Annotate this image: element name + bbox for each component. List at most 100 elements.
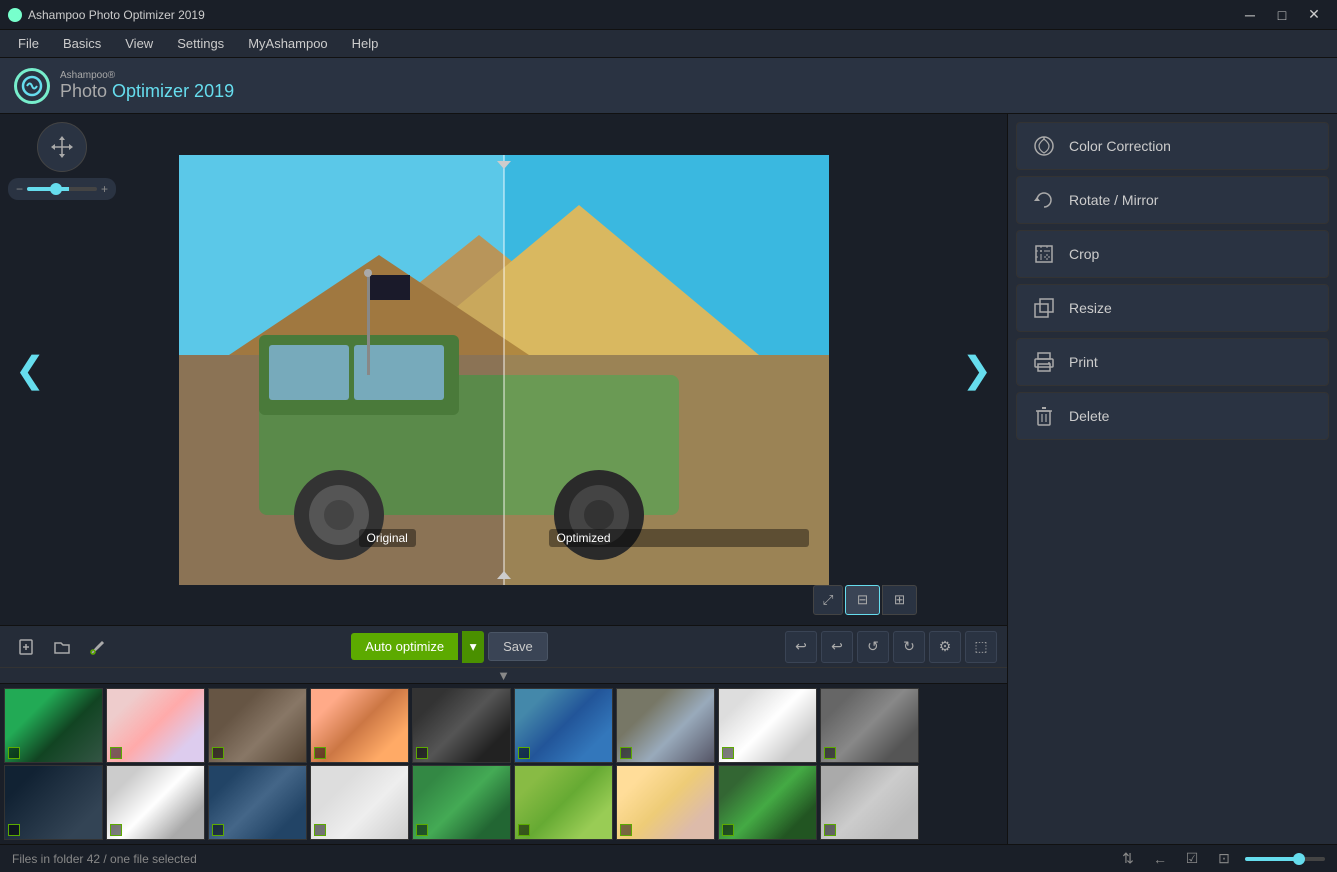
menu-settings[interactable]: Settings bbox=[167, 32, 234, 55]
print-item[interactable]: Print bbox=[1016, 338, 1329, 386]
single-view-button[interactable]: ⊞ bbox=[882, 585, 917, 615]
thumbnail-row-1 bbox=[4, 688, 1003, 763]
color-correction-item[interactable]: Color Correction bbox=[1016, 122, 1329, 170]
print-icon bbox=[1031, 349, 1057, 375]
main-content: − + ❮ ❯ bbox=[0, 114, 1337, 844]
thumbnail-item[interactable] bbox=[106, 765, 205, 840]
view-controls: ⤢ ⊟ ⊞ bbox=[813, 585, 917, 615]
menu-help[interactable]: Help bbox=[342, 32, 389, 55]
logo-product: Photo Optimizer 2019 bbox=[60, 81, 234, 102]
logobar: Ashampoo® Photo Optimizer 2019 bbox=[0, 58, 1337, 114]
crop-icon bbox=[1031, 241, 1057, 267]
statusbar: Files in folder 42 / one file selected ⇅… bbox=[0, 844, 1337, 872]
open-folder-button[interactable] bbox=[46, 631, 78, 663]
auto-optimize-button[interactable]: Auto optimize bbox=[351, 633, 458, 660]
thumbnail-item[interactable] bbox=[208, 765, 307, 840]
menu-myashampoo[interactable]: MyAshampoo bbox=[238, 32, 337, 55]
new-file-button[interactable] bbox=[10, 631, 42, 663]
zoom-controls: − + bbox=[8, 122, 116, 200]
maximize-button[interactable]: □ bbox=[1267, 0, 1297, 30]
label-original: Original bbox=[359, 529, 416, 547]
menu-view[interactable]: View bbox=[115, 32, 163, 55]
menu-file[interactable]: File bbox=[8, 32, 49, 55]
photo-wrapper: Original Optimized ⤢ ⊟ ⊞ bbox=[0, 114, 1007, 625]
thumbnail-toggle[interactable]: ▼ bbox=[0, 667, 1007, 683]
right-panel: Color Correction Rotate / Mirror Crop Re… bbox=[1007, 114, 1337, 844]
sort-icon-button[interactable]: ⇅ bbox=[1117, 848, 1139, 870]
settings-gear-button[interactable]: ⚙ bbox=[929, 631, 961, 663]
thumbnail-item[interactable] bbox=[514, 688, 613, 763]
crop-label: Crop bbox=[1069, 246, 1099, 262]
thumbnail-item[interactable] bbox=[310, 765, 409, 840]
split-view-button[interactable]: ⊟ bbox=[845, 585, 880, 615]
app-icon bbox=[8, 8, 22, 22]
thumbnail-item[interactable] bbox=[412, 688, 511, 763]
zoom-minus: − bbox=[16, 182, 23, 196]
thumbnail-item[interactable] bbox=[106, 688, 205, 763]
minimize-button[interactable]: ─ bbox=[1235, 0, 1265, 30]
menubar: File Basics View Settings MyAshampoo Hel… bbox=[0, 30, 1337, 58]
zoom-slider-input[interactable] bbox=[27, 187, 97, 191]
app-title: Ashampoo Photo Optimizer 2019 bbox=[28, 8, 205, 22]
statusbar-text: Files in folder 42 / one file selected bbox=[12, 852, 197, 866]
thumbnail-item[interactable] bbox=[514, 765, 613, 840]
logo-brand: Ashampoo® bbox=[60, 70, 234, 81]
undo-button[interactable]: ↩ bbox=[785, 631, 817, 663]
auto-optimize-dropdown[interactable]: ▾ bbox=[462, 631, 484, 663]
zoom-plus: + bbox=[101, 182, 108, 196]
logo: Ashampoo® Photo Optimizer 2019 bbox=[14, 68, 234, 104]
thumbnail-item[interactable] bbox=[718, 765, 817, 840]
zoom-pan-button[interactable] bbox=[37, 122, 87, 172]
thumbnail-item[interactable] bbox=[208, 688, 307, 763]
expand-button[interactable]: ⤢ bbox=[813, 585, 843, 615]
titlebar-controls: ─ □ ✕ bbox=[1235, 0, 1329, 30]
redo-cw-button[interactable]: ↻ bbox=[893, 631, 925, 663]
viewer-area: − + ❮ ❯ bbox=[0, 114, 1007, 844]
logo-icon bbox=[14, 68, 50, 104]
brush-button[interactable] bbox=[82, 631, 114, 663]
prev-image-button[interactable]: ❮ bbox=[10, 340, 50, 400]
checkbox-icon-button[interactable]: ☑ bbox=[1181, 848, 1203, 870]
thumbnail-item[interactable] bbox=[4, 765, 103, 840]
thumbnail-item[interactable] bbox=[4, 688, 103, 763]
resize-item[interactable]: Resize bbox=[1016, 284, 1329, 332]
thumbnail-item[interactable] bbox=[820, 688, 919, 763]
thumbnail-item[interactable] bbox=[616, 688, 715, 763]
titlebar-left: Ashampoo Photo Optimizer 2019 bbox=[8, 8, 205, 22]
rotate-mirror-icon bbox=[1031, 187, 1057, 213]
thumbnail-item[interactable] bbox=[310, 688, 409, 763]
next-image-button[interactable]: ❯ bbox=[957, 340, 997, 400]
rotate-mirror-item[interactable]: Rotate / Mirror bbox=[1016, 176, 1329, 224]
delete-label: Delete bbox=[1069, 408, 1109, 424]
thumbnail-item[interactable] bbox=[820, 765, 919, 840]
grid-icon-button[interactable]: ⊡ bbox=[1213, 848, 1235, 870]
delete-item[interactable]: Delete bbox=[1016, 392, 1329, 440]
save-button[interactable]: Save bbox=[488, 632, 548, 661]
photo-display: Original Optimized bbox=[179, 155, 829, 585]
bottom-toolbar: Auto optimize ▾ Save ↩ ↩ ↺ ↻ ⚙ ⬚ bbox=[0, 625, 1007, 667]
color-correction-label: Color Correction bbox=[1069, 138, 1171, 154]
label-optimized: Optimized bbox=[549, 529, 809, 547]
thumbnail-row-2 bbox=[4, 765, 1003, 840]
print-label: Print bbox=[1069, 354, 1098, 370]
image-container: − + ❮ ❯ bbox=[0, 114, 1007, 625]
thumbnail-item[interactable] bbox=[412, 765, 511, 840]
titlebar: Ashampoo Photo Optimizer 2019 ─ □ ✕ bbox=[0, 0, 1337, 30]
thumbnail-item[interactable] bbox=[718, 688, 817, 763]
zoom-slider-row: − + bbox=[8, 178, 116, 200]
delete-icon bbox=[1031, 403, 1057, 429]
undo-ccw-button[interactable]: ↺ bbox=[857, 631, 889, 663]
rotate-mirror-label: Rotate / Mirror bbox=[1069, 192, 1158, 208]
logo-text: Ashampoo® Photo Optimizer 2019 bbox=[60, 70, 234, 102]
crop-item[interactable]: Crop bbox=[1016, 230, 1329, 278]
thumbnail-item[interactable] bbox=[616, 765, 715, 840]
close-button[interactable]: ✕ bbox=[1299, 0, 1329, 30]
resize-label: Resize bbox=[1069, 300, 1112, 316]
menu-basics[interactable]: Basics bbox=[53, 32, 111, 55]
select-button[interactable]: ⬚ bbox=[965, 631, 997, 663]
color-correction-icon bbox=[1031, 133, 1057, 159]
info-icon-button[interactable]: ← bbox=[1149, 848, 1171, 870]
thumbnail-area bbox=[0, 683, 1007, 844]
undo2-button[interactable]: ↩ bbox=[821, 631, 853, 663]
thumbnail-size-slider[interactable] bbox=[1245, 857, 1325, 861]
